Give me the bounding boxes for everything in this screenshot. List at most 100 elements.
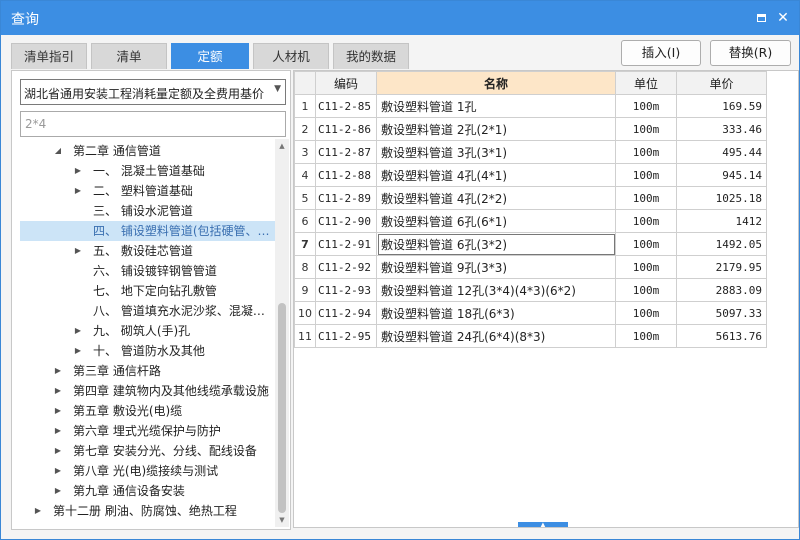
cell-unit[interactable]: 100m: [615, 140, 677, 164]
table-row[interactable]: 1 C11-2-85 敷设塑料管道 1孔 100m 169.59: [294, 94, 767, 118]
header-code[interactable]: 编码: [315, 71, 377, 95]
tree-node[interactable]: ▶ 一、 混凝土管道基础: [20, 161, 276, 181]
row-number[interactable]: 3: [294, 140, 316, 164]
tree-node[interactable]: ▶ 第十二册 刷油、防腐蚀、绝热工程: [20, 501, 276, 521]
row-number[interactable]: 9: [294, 278, 316, 302]
cell-unit[interactable]: 100m: [615, 278, 677, 302]
close-icon[interactable]: ✕: [775, 10, 791, 26]
cell-code[interactable]: C11-2-88: [315, 163, 377, 187]
table-row[interactable]: 3 C11-2-87 敷设塑料管道 3孔(3*1) 100m 495.44: [294, 140, 767, 164]
cell-price[interactable]: 5097.33: [676, 301, 767, 325]
tree-node[interactable]: ▶ 第三章 通信杆路: [20, 361, 276, 381]
tab-bill-guide[interactable]: 清单指引: [11, 43, 87, 69]
panel-splitter-handle[interactable]: ▲: [518, 522, 568, 527]
cell-name[interactable]: 敷设塑料管道 18孔(6*3): [376, 301, 616, 325]
cell-code[interactable]: C11-2-90: [315, 209, 377, 233]
library-select[interactable]: 湖北省通用安装工程消耗量定额及全费用基价表(2018) ▼: [20, 79, 286, 105]
cell-name[interactable]: 敷设塑料管道 24孔(6*4)(8*3): [376, 324, 616, 348]
expand-triangle-icon[interactable]: ▶: [53, 461, 63, 481]
tree-node[interactable]: ▶ 第五章 敷设光(电)缆: [20, 401, 276, 421]
cell-name[interactable]: 敷设塑料管道 6孔(6*1): [376, 209, 616, 233]
cell-code[interactable]: C11-2-94: [315, 301, 377, 325]
cell-price[interactable]: 2179.95: [676, 255, 767, 279]
maximize-icon[interactable]: [753, 10, 769, 26]
header-price[interactable]: 单价: [676, 71, 767, 95]
row-number[interactable]: 8: [294, 255, 316, 279]
cell-unit[interactable]: 100m: [615, 94, 677, 118]
expand-triangle-icon[interactable]: ▶: [53, 401, 63, 421]
expand-triangle-icon[interactable]: ▶: [73, 161, 83, 181]
tree-scrollbar[interactable]: ▲ ▼: [275, 139, 289, 527]
table-row[interactable]: 5 C11-2-89 敷设塑料管道 4孔(2*2) 100m 1025.18: [294, 186, 767, 210]
row-number[interactable]: 6: [294, 209, 316, 233]
row-number[interactable]: 7: [294, 232, 316, 256]
tab-bill[interactable]: 清单: [91, 43, 167, 69]
cell-code[interactable]: C11-2-86: [315, 117, 377, 141]
table-row[interactable]: 4 C11-2-88 敷设塑料管道 4孔(4*1) 100m 945.14: [294, 163, 767, 187]
cell-name[interactable]: 敷设塑料管道 12孔(3*4)(4*3)(6*2): [376, 278, 616, 302]
tab-labor-material-machine[interactable]: 人材机: [253, 43, 329, 69]
row-number[interactable]: 5: [294, 186, 316, 210]
table-row[interactable]: 9 C11-2-93 敷设塑料管道 12孔(3*4)(4*3)(6*2) 100m 28…: [294, 278, 767, 302]
cell-unit[interactable]: 100m: [615, 163, 677, 187]
row-number[interactable]: 10: [294, 301, 316, 325]
table-row[interactable]: 2 C11-2-86 敷设塑料管道 2孔(2*1) 100m 333.46: [294, 117, 767, 141]
tab-quota[interactable]: 定额: [171, 43, 249, 69]
cell-code[interactable]: C11-2-85: [315, 94, 377, 118]
expand-triangle-icon[interactable]: ▶: [53, 481, 63, 501]
table-row[interactable]: 7 C11-2-91 敷设塑料管道 6孔(3*2) 100m 1492.05: [294, 232, 767, 256]
header-unit[interactable]: 单位: [615, 71, 677, 95]
cell-name[interactable]: 敷设塑料管道 4孔(2*2): [376, 186, 616, 210]
cell-code[interactable]: C11-2-87: [315, 140, 377, 164]
cell-price[interactable]: 5613.76: [676, 324, 767, 348]
scroll-up-icon[interactable]: ▲: [275, 139, 289, 153]
tree-node[interactable]: ▶ 二、 塑料管道基础: [20, 181, 276, 201]
row-number[interactable]: 2: [294, 117, 316, 141]
tree-node[interactable]: ▶ 第六章 埋式光缆保护与防护: [20, 421, 276, 441]
cell-unit[interactable]: 100m: [615, 186, 677, 210]
cell-price[interactable]: 945.14: [676, 163, 767, 187]
cell-price[interactable]: 1025.18: [676, 186, 767, 210]
cell-name[interactable]: 敷设塑料管道 2孔(2*1): [376, 117, 616, 141]
scrollbar-thumb[interactable]: [278, 303, 286, 513]
expand-triangle-icon[interactable]: ▶: [73, 341, 83, 361]
cell-unit[interactable]: 100m: [615, 232, 677, 256]
cell-price[interactable]: 169.59: [676, 94, 767, 118]
tree-node[interactable]: ▶ 十、 管道防水及其他: [20, 341, 276, 361]
row-number[interactable]: 11: [294, 324, 316, 348]
cell-price[interactable]: 1412: [676, 209, 767, 233]
cell-name[interactable]: 敷设塑料管道 3孔(3*1): [376, 140, 616, 164]
tree-node[interactable]: 三、 铺设水泥管道: [20, 201, 276, 221]
cell-unit[interactable]: 100m: [615, 301, 677, 325]
expand-triangle-icon[interactable]: ▶: [53, 381, 63, 401]
dropdown-arrow-icon[interactable]: ▼: [274, 84, 281, 94]
cell-name[interactable]: 敷设塑料管道 4孔(4*1): [376, 163, 616, 187]
table-row[interactable]: 11 C11-2-95 敷设塑料管道 24孔(6*4)(8*3) 100m 5613.7…: [294, 324, 767, 348]
row-number[interactable]: 4: [294, 163, 316, 187]
cell-code[interactable]: C11-2-93: [315, 278, 377, 302]
tree-node[interactable]: ▶ 第八章 光(电)缆接续与测试: [20, 461, 276, 481]
expand-triangle-icon[interactable]: ▶: [73, 241, 83, 261]
cell-price[interactable]: 1492.05: [676, 232, 767, 256]
tree-node[interactable]: ▶ 第七章 安装分光、分线、配线设备: [20, 441, 276, 461]
cell-unit[interactable]: 100m: [615, 209, 677, 233]
cell-code[interactable]: C11-2-91: [315, 232, 377, 256]
collapse-triangle-icon[interactable]: ◢: [53, 141, 63, 161]
tree-node[interactable]: 四、 铺设塑料管道(包括硬管、波纹管): [20, 221, 276, 241]
cell-name[interactable]: 敷设塑料管道 6孔(3*2): [376, 232, 616, 256]
expand-triangle-icon[interactable]: ▶: [73, 321, 83, 341]
table-row[interactable]: 6 C11-2-90 敷设塑料管道 6孔(6*1) 100m 1412: [294, 209, 767, 233]
table-row[interactable]: 8 C11-2-92 敷设塑料管道 9孔(3*3) 100m 2179.95: [294, 255, 767, 279]
cell-price[interactable]: 495.44: [676, 140, 767, 164]
scroll-down-icon[interactable]: ▼: [275, 513, 289, 527]
tree-node[interactable]: ▶ 五、 敷设硅芯管道: [20, 241, 276, 261]
cell-name[interactable]: 敷设塑料管道 9孔(3*3): [376, 255, 616, 279]
tree-node[interactable]: ▶ 第九章 通信设备安装: [20, 481, 276, 501]
tree-node[interactable]: 六、 铺设镀锌钢管管道: [20, 261, 276, 281]
cell-unit[interactable]: 100m: [615, 117, 677, 141]
header-name[interactable]: 名称: [376, 71, 616, 95]
tree-node[interactable]: 八、 管道填充水泥沙浆、混凝土包封: [20, 301, 276, 321]
tree-node[interactable]: ◢ 第二章 通信管道: [20, 141, 276, 161]
search-input[interactable]: [20, 111, 286, 137]
title-bar[interactable]: 查询 ✕: [1, 1, 799, 35]
